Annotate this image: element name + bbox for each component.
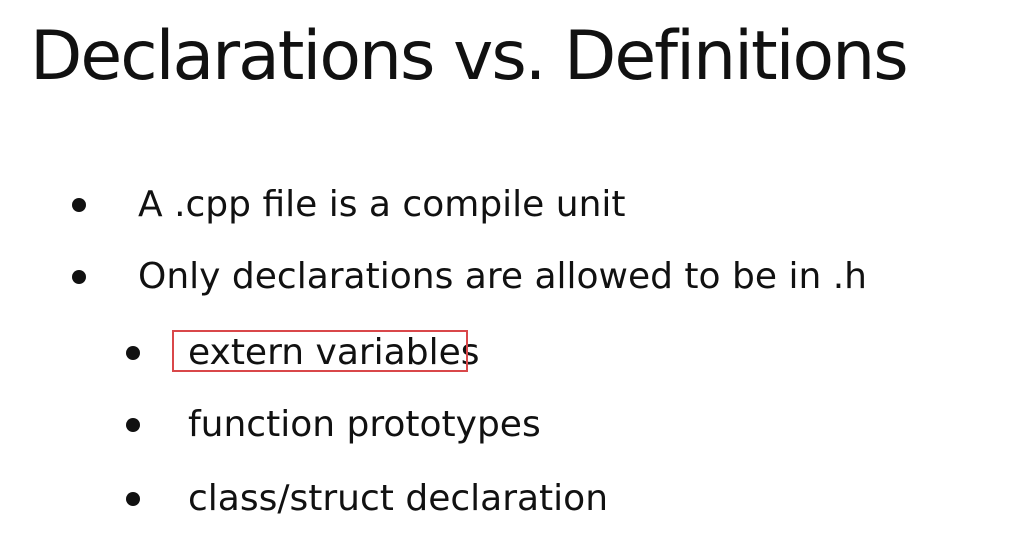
bullet-dot-icon bbox=[126, 346, 140, 360]
slide-title: Declarations vs. Definitions bbox=[30, 17, 909, 96]
bullet-dot-icon bbox=[72, 270, 86, 284]
bullet-dot-icon bbox=[72, 198, 86, 212]
bullet-dot-icon bbox=[126, 418, 140, 432]
slide: Declarations vs. Definitions A .cpp file… bbox=[0, 0, 1023, 545]
bullet-dot-icon bbox=[126, 492, 140, 506]
sub-bullet-text: function prototypes bbox=[188, 404, 541, 445]
sub-bullet-text: class/struct declaration bbox=[188, 478, 609, 519]
bullet-text: A .cpp file is a compile unit bbox=[138, 184, 626, 225]
highlight-box bbox=[172, 330, 468, 372]
bullet-text: Only declarations are allowed to be in .… bbox=[138, 256, 867, 297]
